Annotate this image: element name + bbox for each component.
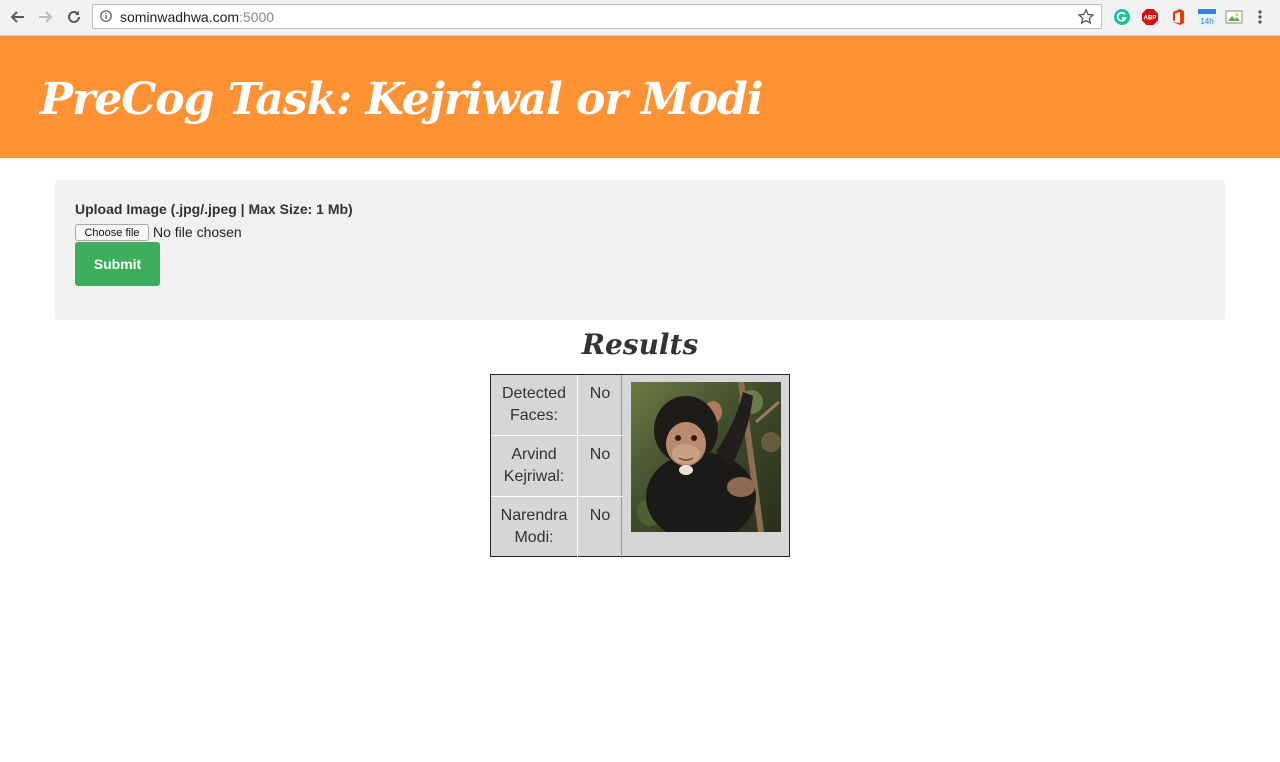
results-heading: Results	[581, 328, 699, 361]
choose-file-button[interactable]: Choose file	[75, 224, 149, 241]
office-extension-icon[interactable]	[1169, 8, 1187, 26]
results-table: Detected Faces: No Arvind Kejriwal: No Nar…	[490, 374, 790, 558]
kejriwal-label: Arvind Kejriwal:	[491, 436, 578, 497]
kejriwal-value: No	[579, 436, 622, 497]
header-banner: PreCog Task: Kejriwal or Modi	[0, 36, 1280, 158]
forward-icon[interactable]	[35, 7, 55, 27]
uploaded-image-chimpanzee	[631, 382, 781, 532]
upload-form: Upload Image (.jpg/.jpeg | Max Size: 1 M…	[55, 180, 1225, 320]
table-row: Arvind Kejriwal: No	[491, 436, 623, 497]
svg-text:ABP: ABP	[1144, 16, 1157, 22]
url-text: sominwadhwa.com:5000	[120, 9, 275, 25]
back-icon[interactable]	[8, 7, 28, 27]
menu-kebab-icon[interactable]	[1256, 8, 1264, 26]
table-row: Detected Faces: No	[491, 375, 623, 436]
table-row: Narendra Modi: No	[491, 497, 623, 558]
detected-faces-label: Detected Faces:	[491, 375, 578, 436]
modi-value: No	[579, 497, 622, 558]
svg-text:14h: 14h	[1200, 17, 1213, 26]
bookmark-star-icon[interactable]	[1077, 8, 1095, 26]
calendar-extension-icon[interactable]: 14h	[1197, 7, 1217, 27]
upload-label: Upload Image (.jpg/.jpeg | Max Size: 1 M…	[75, 201, 353, 217]
address-bar[interactable]: sominwadhwa.com:5000	[92, 4, 1102, 29]
image-extension-icon[interactable]	[1225, 8, 1243, 26]
file-status-text: No file chosen	[153, 224, 242, 240]
grammarly-extension-icon[interactable]	[1113, 8, 1131, 26]
browser-toolbar: sominwadhwa.com:5000 ABP 14h	[0, 0, 1280, 36]
page-title: PreCog Task: Kejriwal or Modi	[40, 74, 763, 125]
reload-icon[interactable]	[64, 7, 84, 27]
submit-button[interactable]: Submit	[75, 242, 160, 286]
modi-label: Narendra Modi:	[491, 497, 578, 558]
info-icon[interactable]	[100, 10, 112, 22]
adblock-plus-extension-icon[interactable]: ABP	[1141, 8, 1159, 26]
detected-faces-value: No	[579, 375, 622, 436]
